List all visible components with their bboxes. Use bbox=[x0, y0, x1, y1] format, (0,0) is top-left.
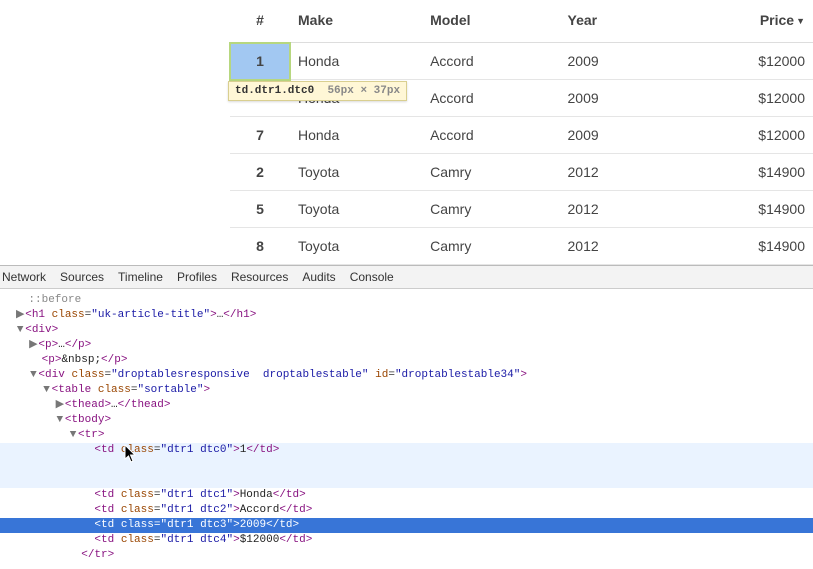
expand-arrow-icon[interactable]: ▶ bbox=[15, 308, 25, 323]
dom-line[interactable]: ▶<p>…</p> bbox=[0, 338, 813, 353]
table-body: 1 td.dtr1.dtc0 56px × 37px Honda Accord … bbox=[230, 43, 813, 265]
col-price[interactable]: Price▼ bbox=[668, 0, 813, 43]
devtools-panel: Network Sources Timeline Profiles Resour… bbox=[0, 265, 813, 569]
col-idx[interactable]: # bbox=[230, 0, 290, 43]
cell-idx-text: 1 bbox=[256, 53, 264, 69]
dom-line[interactable]: </tr> bbox=[0, 548, 813, 563]
col-model[interactable]: Model bbox=[422, 0, 559, 43]
cell-price[interactable]: $12000 bbox=[668, 43, 813, 80]
cell-price[interactable]: $14900 bbox=[668, 228, 813, 265]
ellipsis-text: … bbox=[58, 339, 65, 351]
table-row: 5 Toyota Camry 2012 $14900 bbox=[230, 191, 813, 228]
tab-audits[interactable]: Audits bbox=[302, 270, 335, 284]
cell-model[interactable]: Accord bbox=[422, 43, 559, 80]
cell-make[interactable]: Toyota bbox=[290, 228, 422, 265]
tooltip-dims-text: 56px × 37px bbox=[327, 85, 400, 97]
cell-make[interactable]: Toyota bbox=[290, 191, 422, 228]
cell-price[interactable]: $12000 bbox=[668, 117, 813, 154]
cell-idx[interactable]: 8 bbox=[230, 228, 290, 265]
dom-line[interactable]: ▼<div class="droptablesresponsive dropta… bbox=[0, 368, 813, 383]
cell-model[interactable]: Camry bbox=[422, 191, 559, 228]
cell-idx[interactable]: 1 td.dtr1.dtc0 56px × 37px bbox=[230, 43, 290, 80]
table-row: 1 td.dtr1.dtc0 56px × 37px Honda Accord … bbox=[230, 43, 813, 80]
cell-year[interactable]: 2012 bbox=[560, 154, 669, 191]
dom-line[interactable]: <td class="dtr1 dtc0">1</td> bbox=[0, 443, 813, 488]
dom-line[interactable]: ▼<table class="sortable"> bbox=[0, 383, 813, 398]
col-year[interactable]: Year bbox=[560, 0, 669, 43]
cell-year[interactable]: 2009 bbox=[560, 117, 669, 154]
cell-year[interactable]: 2009 bbox=[560, 43, 669, 80]
collapse-arrow-icon[interactable]: ▼ bbox=[15, 323, 25, 338]
cell-model[interactable]: Camry bbox=[422, 154, 559, 191]
dom-line[interactable]: ▶<h1 class="uk-article-title">…</h1> bbox=[0, 308, 813, 323]
dom-line[interactable]: ::before bbox=[0, 293, 813, 308]
dom-line[interactable]: <td class="dtr1 dtc4">$12000</td> bbox=[0, 533, 813, 548]
cell-year[interactable]: 2012 bbox=[560, 191, 669, 228]
col-make[interactable]: Make bbox=[290, 0, 422, 43]
expand-arrow-icon[interactable]: ▶ bbox=[28, 338, 38, 353]
cell-make[interactable]: Toyota bbox=[290, 154, 422, 191]
dom-line[interactable]: <p>&nbsp;</p> bbox=[0, 353, 813, 368]
cell-year[interactable]: 2012 bbox=[560, 228, 669, 265]
tab-resources[interactable]: Resources bbox=[231, 270, 288, 284]
pseudo-before: ::before bbox=[28, 294, 81, 306]
dom-line[interactable]: ▼<tr> bbox=[0, 428, 813, 443]
sort-desc-icon: ▼ bbox=[796, 16, 805, 26]
collapse-arrow-icon[interactable]: ▼ bbox=[42, 383, 52, 398]
table-head: # Make Model Year Price▼ bbox=[230, 0, 813, 43]
expand-arrow-icon[interactable]: ▶ bbox=[55, 398, 65, 413]
table-row: 7 Honda Accord 2009 $12000 bbox=[230, 117, 813, 154]
dom-line[interactable]: ▼<div> bbox=[0, 323, 813, 338]
dom-line[interactable]: ▼<tbody> bbox=[0, 413, 813, 428]
collapse-arrow-icon[interactable]: ▼ bbox=[55, 413, 65, 428]
cell-make[interactable]: Honda bbox=[290, 117, 422, 154]
cell-year[interactable]: 2009 bbox=[560, 80, 669, 117]
cell-price[interactable]: $12000 bbox=[668, 80, 813, 117]
table-row: 8 Toyota Camry 2012 $14900 bbox=[230, 228, 813, 265]
cars-table: # Make Model Year Price▼ 1 td.dtr1.dtc0 … bbox=[230, 0, 813, 265]
tab-profiles[interactable]: Profiles bbox=[177, 270, 217, 284]
dom-line-selected[interactable]: <td class="dtr1 dtc3">2009</td> bbox=[0, 518, 813, 533]
tab-console[interactable]: Console bbox=[350, 270, 394, 284]
tab-sources[interactable]: Sources bbox=[60, 270, 104, 284]
cell-idx[interactable]: 7 bbox=[230, 117, 290, 154]
dom-line[interactable]: <td class="dtr1 dtc2">Accord</td> bbox=[0, 503, 813, 518]
nbsp-text: &nbsp; bbox=[61, 354, 101, 366]
collapse-arrow-icon[interactable]: ▼ bbox=[68, 428, 78, 443]
cell-model[interactable]: Accord bbox=[422, 117, 559, 154]
ellipsis-text: … bbox=[111, 399, 118, 411]
tab-network[interactable]: Network bbox=[2, 270, 46, 284]
cell-price[interactable]: $14900 bbox=[668, 191, 813, 228]
collapse-arrow-icon[interactable]: ▼ bbox=[28, 368, 38, 383]
dom-line[interactable]: ▶<thead>…</thead> bbox=[0, 398, 813, 413]
dom-line[interactable]: <td class="dtr1 dtc1">Honda</td> bbox=[0, 488, 813, 503]
inspect-tooltip: td.dtr1.dtc0 56px × 37px bbox=[228, 81, 407, 101]
cell-model[interactable]: Accord bbox=[422, 80, 559, 117]
cell-price[interactable]: $14900 bbox=[668, 154, 813, 191]
table-row: 2 Toyota Camry 2012 $14900 bbox=[230, 154, 813, 191]
col-price-label: Price bbox=[760, 12, 794, 28]
page-main: # Make Model Year Price▼ 1 td.dtr1.dtc0 … bbox=[0, 0, 813, 265]
cell-idx[interactable]: 5 bbox=[230, 191, 290, 228]
tooltip-selector: td.dtr1.dtc0 bbox=[235, 85, 314, 97]
elements-dom-tree[interactable]: ::before ▶<h1 class="uk-article-title">…… bbox=[0, 289, 813, 569]
cell-model[interactable]: Camry bbox=[422, 228, 559, 265]
cell-make[interactable]: Honda bbox=[290, 43, 422, 80]
tab-timeline[interactable]: Timeline bbox=[118, 270, 163, 284]
cell-idx[interactable]: 2 bbox=[230, 154, 290, 191]
devtools-tabs: Network Sources Timeline Profiles Resour… bbox=[0, 266, 813, 289]
